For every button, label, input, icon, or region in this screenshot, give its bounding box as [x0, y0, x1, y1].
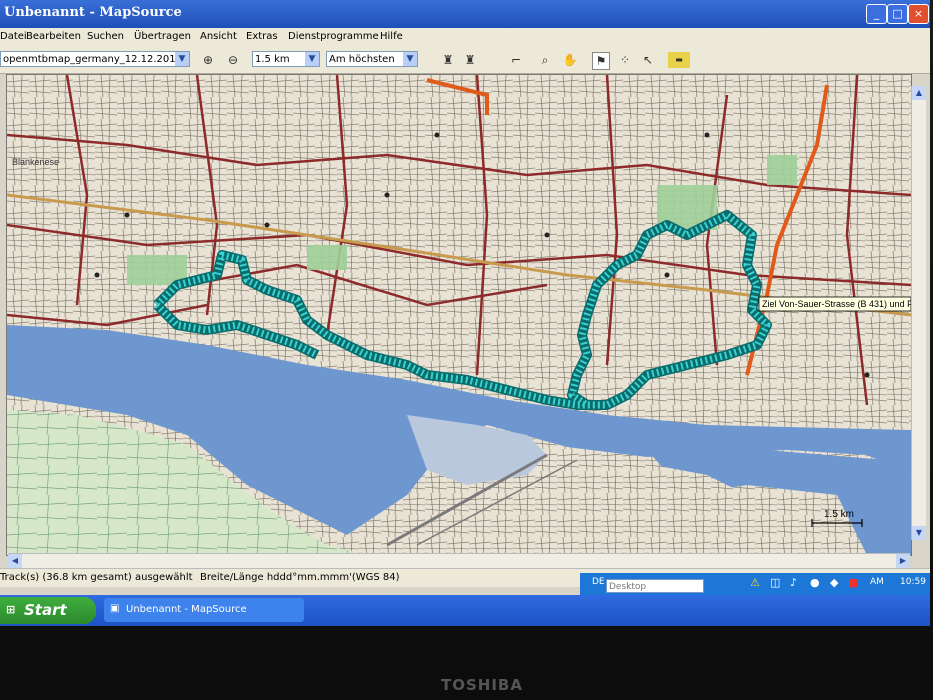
screen: Unbenannt - MapSource _ □ × Datei Bearbe…	[0, 0, 930, 626]
network-icon[interactable]: ◫	[770, 576, 780, 589]
vertical-scrollbar[interactable]: ▲ ▼	[911, 86, 926, 540]
zoom-level-value: 1.5 km	[255, 54, 290, 65]
map-view[interactable]: 1.5 km Ziel Von-Sauer-Strasse (B 431) un…	[6, 74, 912, 556]
menu-search[interactable]: Suchen	[87, 31, 124, 42]
chevron-down-icon: ▼	[305, 52, 319, 66]
hand-tool-icon[interactable]: ✋	[562, 52, 578, 68]
menu-bar: Datei Bearbeiten Suchen Übertragen Ansic…	[0, 28, 930, 47]
mapsource-app-icon: ▣	[110, 603, 120, 614]
select-tool-icon[interactable]: ⌐	[508, 52, 524, 68]
receive-device-icon[interactable]: ♜	[440, 52, 456, 68]
start-button[interactable]: ⊞ Start	[0, 597, 96, 624]
minimize-button[interactable]: _	[866, 4, 887, 24]
taskbar-button-mapsource[interactable]: ▣ Unbenannt - MapSource	[104, 598, 304, 622]
scroll-up-icon[interactable]: ▲	[912, 86, 926, 100]
menu-edit[interactable]: Bearbeiten	[26, 31, 81, 42]
menu-transfer[interactable]: Übertragen	[134, 31, 191, 42]
toolbar: openmtbmap_germany_12.12.2014 ▼ ⊕ ⊖ 1.5 …	[0, 47, 930, 74]
send-device-icon[interactable]: ♜	[462, 52, 478, 68]
magnify-tool-icon[interactable]: ⌕	[537, 52, 553, 68]
scroll-down-icon[interactable]: ▼	[912, 526, 926, 540]
menu-help[interactable]: Hilfe	[380, 31, 403, 42]
menu-view[interactable]: Ansicht	[200, 31, 237, 42]
close-button[interactable]: ×	[908, 4, 929, 24]
tray-app-icon[interactable]: ●	[810, 576, 820, 589]
clock[interactable]: 10:59	[900, 577, 926, 587]
tray-app-icon[interactable]: ◆	[830, 576, 838, 589]
security-shield-icon[interactable]: ⚠	[750, 576, 760, 589]
volume-icon[interactable]: ♪	[790, 576, 797, 589]
selection-status: Track(s) (36.8 km gesamt) ausgewählt	[0, 572, 193, 583]
map-canvas[interactable]: 1.5 km Ziel Von-Sauer-Strasse (B 431) un…	[7, 75, 911, 555]
input-language[interactable]: DE	[592, 577, 605, 587]
taskbar: ⊞ Start ▣ Unbenannt - MapSource	[0, 595, 930, 626]
detail-level-value: Am höchsten	[329, 54, 395, 65]
tooltip-text: Ziel Von-Sauer-Strasse (B 431) und F	[762, 299, 911, 309]
chevron-down-icon: ▼	[175, 52, 189, 66]
title-bar: Unbenannt - MapSource _ □ ×	[0, 0, 930, 28]
chevron-down-icon: ▼	[403, 52, 417, 66]
menu-utilities[interactable]: Dienstprogramme	[288, 31, 379, 42]
scroll-left-icon[interactable]: ◀	[8, 554, 22, 568]
tray-language[interactable]: AM	[870, 577, 884, 587]
menu-file[interactable]: Datei	[0, 31, 27, 42]
scroll-right-icon[interactable]: ▶	[896, 554, 910, 568]
desktop-search-input[interactable]: Desktop durchsuchen	[606, 579, 704, 606]
waypoint-tool-icon[interactable]: ⚑	[592, 52, 610, 70]
scale-label: 1.5 km	[824, 509, 854, 520]
coordinate-format: Breite/Länge hddd°mm.mmm'(WGS 84)	[200, 572, 400, 583]
horizontal-scrollbar[interactable]: ◀ ▶	[8, 553, 910, 568]
map-product-select[interactable]: openmtbmap_germany_12.12.2014 ▼	[0, 51, 190, 67]
taskbar-button-label: Unbenannt - MapSource	[126, 604, 247, 615]
place-label: Blankenese	[12, 157, 59, 167]
zoom-level-select[interactable]: 1.5 km ▼	[252, 51, 320, 67]
maximize-button[interactable]: □	[887, 4, 908, 24]
detail-level-select[interactable]: Am höchsten ▼	[326, 51, 418, 67]
windows-logo-icon: ⊞	[6, 603, 16, 616]
map-product-value: openmtbmap_germany_12.12.2014	[3, 54, 182, 65]
start-label: Start	[24, 601, 67, 619]
monitor-brand-logo: TOSHIBA	[441, 676, 523, 694]
tray-app-icon[interactable]: ■	[848, 576, 858, 589]
window-title: Unbenannt - MapSource	[4, 5, 182, 20]
map-tooltip: Ziel Von-Sauer-Strasse (B 431) und F	[758, 296, 911, 312]
zoom-out-icon[interactable]: ⊖	[225, 52, 241, 68]
monitor-bezel: Unbenannt - MapSource _ □ × Datei Bearbe…	[0, 0, 933, 700]
zoom-in-icon[interactable]: ⊕	[200, 52, 216, 68]
route-tool-icon[interactable]: ⁘	[617, 52, 633, 68]
measure-tool-icon[interactable]: ▬	[668, 52, 690, 68]
pointer-tool-icon[interactable]: ↖	[640, 52, 656, 68]
menu-extras[interactable]: Extras	[246, 31, 278, 42]
